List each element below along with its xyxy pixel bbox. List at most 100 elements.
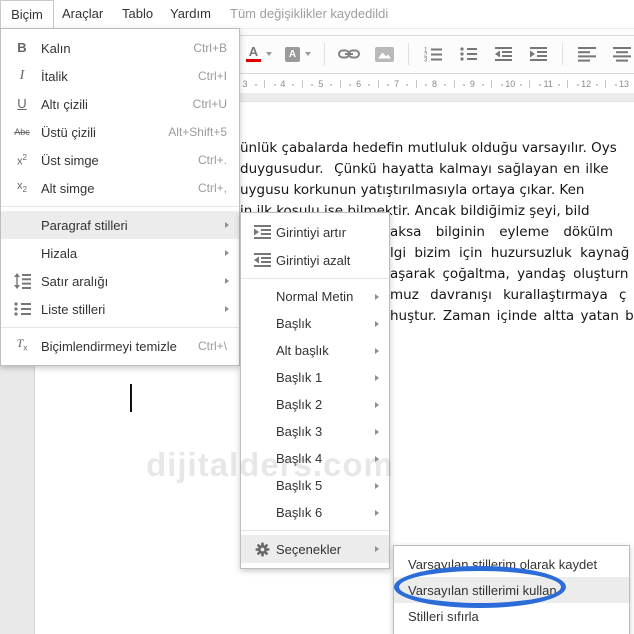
- styles-menu-item-decrease-indent[interactable]: Girintiyi azalt: [241, 246, 389, 274]
- format-menu-item-list-styles[interactable]: Liste stilleri: [1, 295, 239, 323]
- menu-item-label: Üst simge: [41, 152, 99, 168]
- menu-item-label: Başlık: [276, 316, 312, 331]
- increase-indent-icon: [249, 224, 275, 240]
- menu-item-label: Başlık 2: [276, 397, 323, 412]
- submenu-arrow-icon: [375, 428, 379, 435]
- ruler-tick: [453, 80, 455, 88]
- list-styles-icon: [9, 302, 35, 316]
- menu-item-label: Satır aralığı: [41, 273, 109, 289]
- format-menu-item-line-spacing[interactable]: Satır aralığı: [1, 267, 239, 295]
- ruler-number: 4: [280, 79, 286, 89]
- menu-tablo[interactable]: Tablo: [122, 0, 153, 28]
- styles-menu-item-increase-indent[interactable]: Girintiyi artır: [241, 218, 389, 246]
- submenu-arrow-icon: [375, 509, 379, 516]
- styles-menu-item-heading-1[interactable]: Başlık 1: [241, 364, 389, 391]
- format-menu-item-underline[interactable]: U Altı çizili Ctrl+U: [1, 90, 239, 118]
- menu-item-label: İtalik: [41, 68, 68, 84]
- menu-item-label: Paragraf stilleri: [41, 217, 128, 233]
- gear-icon: [249, 542, 275, 557]
- decrease-indent-icon: [249, 252, 275, 268]
- text-color-icon: A: [246, 45, 261, 62]
- watermark: dijitalders.com: [146, 446, 394, 483]
- submenu-arrow-icon: [375, 320, 379, 327]
- menu-araclar[interactable]: Araçlar: [62, 0, 103, 28]
- styles-menu-item-options[interactable]: Seçenekler: [241, 535, 389, 563]
- document-text-line[interactable]: muz davranışı kurallaştırmaya ç: [390, 287, 626, 303]
- format-menu-item-superscript[interactable]: x2 Üst simge Ctrl+.: [1, 146, 239, 174]
- align-left-button[interactable]: [573, 40, 601, 68]
- document-text-line[interactable]: aşarak çoğaltma, yandaş oluşturn: [390, 266, 628, 282]
- decrease-indent-button[interactable]: [489, 40, 517, 68]
- ruler-tick: [387, 84, 390, 86]
- numbered-list-button[interactable]: 123: [419, 40, 447, 68]
- ruler-tick: [463, 84, 465, 86]
- toolbar-divider: [240, 35, 634, 36]
- document-text-line[interactable]: lgi bizim için huzursuzluk kaynağ: [390, 245, 629, 261]
- submenu-arrow-icon: [225, 250, 229, 256]
- format-menu-item-bold[interactable]: B Kalın Ctrl+B: [1, 34, 239, 62]
- styles-menu-item-heading-6[interactable]: Başlık 6: [241, 499, 389, 526]
- ruler-number: 11: [543, 79, 553, 89]
- format-menu-item-clear-formatting[interactable]: Tx Biçimlendirmeyi temizle Ctrl+\: [1, 332, 239, 360]
- format-menu-item-italic[interactable]: I İtalik Ctrl+I: [1, 62, 239, 90]
- styles-menu-item-normal-text[interactable]: Normal Metin: [241, 283, 389, 310]
- styles-menu-item-title[interactable]: Başlık: [241, 310, 389, 337]
- bulleted-list-button[interactable]: [454, 40, 482, 68]
- svg-text:3: 3: [424, 58, 428, 63]
- increase-indent-button[interactable]: [524, 40, 552, 68]
- menu-item-label: Kalın: [41, 40, 71, 56]
- google-docs-window: ünlük çabalarda hedefin mutluluk olduğu …: [0, 0, 634, 634]
- ruler-tick: [330, 84, 333, 86]
- menu-item-label: Başlık 3: [276, 424, 323, 439]
- align-left-icon: [578, 46, 596, 62]
- document-text-line[interactable]: uygusu korkunun yatıştırılmasıyla ortaya…: [240, 182, 584, 198]
- menu-yardim[interactable]: Yardım: [170, 0, 211, 28]
- format-menu-item-paragraph-styles[interactable]: Paragraf stilleri: [1, 211, 239, 239]
- save-status: Tüm değişiklikler kaydedildi: [230, 6, 389, 21]
- document-text-line[interactable]: huştur. Zaman içinde altta yatan b: [390, 308, 634, 324]
- menu-item-label: Başlık 1: [276, 370, 323, 385]
- insert-image-button[interactable]: [370, 40, 398, 68]
- text-color-dropdown-icon[interactable]: [266, 52, 272, 56]
- styles-menu-item-heading-2[interactable]: Başlık 2: [241, 391, 389, 418]
- menu-item-label: Üstü çizili: [41, 124, 96, 140]
- submenu-arrow-icon: [225, 222, 229, 228]
- menu-item-shortcut: Ctrl+B: [193, 41, 227, 55]
- ruler-tick: [349, 84, 352, 86]
- menu-separator: [241, 530, 389, 531]
- text-color-button[interactable]: A: [243, 40, 275, 68]
- menu-separator: [241, 278, 389, 279]
- ruler-number: 5: [318, 79, 324, 89]
- document-text-line[interactable]: ünlük çabalarda hedefin mutluluk olduğu …: [240, 140, 617, 156]
- ruler-number: 10: [505, 79, 516, 89]
- bulleted-list-icon: [459, 47, 477, 61]
- ruler-tick: [500, 84, 503, 86]
- ruler-number: 13: [618, 79, 630, 89]
- increase-indent-icon: [529, 46, 547, 62]
- ruler-tick: [406, 84, 409, 86]
- highlight-color-button[interactable]: A: [282, 40, 314, 68]
- insert-link-button[interactable]: [335, 40, 363, 68]
- highlight-color-dropdown-icon[interactable]: [305, 52, 311, 56]
- ruler-tick: [567, 80, 569, 88]
- ruler-tick: [273, 84, 276, 86]
- submenu-arrow-icon: [225, 278, 229, 284]
- align-center-button[interactable]: [608, 40, 634, 68]
- styles-menu-item-heading-3[interactable]: Başlık 3: [241, 418, 389, 445]
- format-menu-item-subscript[interactable]: x2 Alt simge Ctrl+,: [1, 174, 239, 202]
- toolbar-separator: [408, 43, 409, 65]
- ruler-tick: [519, 84, 522, 86]
- ruler-number: 6: [356, 79, 362, 89]
- ruler-tick: [538, 84, 541, 86]
- menu-item-shortcut: Ctrl+\: [197, 339, 227, 353]
- align-center-icon: [613, 46, 631, 62]
- document-text-line[interactable]: aksa bilginin eyleme dökülm: [390, 224, 613, 240]
- document-text-line[interactable]: duygusudur. Çünkü hayatta kalmayı sağlay…: [240, 161, 609, 177]
- menu-bicim[interactable]: Biçim: [0, 0, 54, 29]
- options-menu-item-reset-styles[interactable]: Stilleri sıfırla: [394, 603, 629, 629]
- format-menu-item-strikethrough[interactable]: Abc Üstü çizili Alt+Shift+5: [1, 118, 239, 146]
- highlight-ellipse-annotation: [394, 566, 566, 608]
- format-menu-item-align[interactable]: Hizala: [1, 239, 239, 267]
- styles-menu-item-subtitle[interactable]: Alt başlık: [241, 337, 389, 364]
- menu-item-shortcut: Ctrl+I: [197, 69, 227, 83]
